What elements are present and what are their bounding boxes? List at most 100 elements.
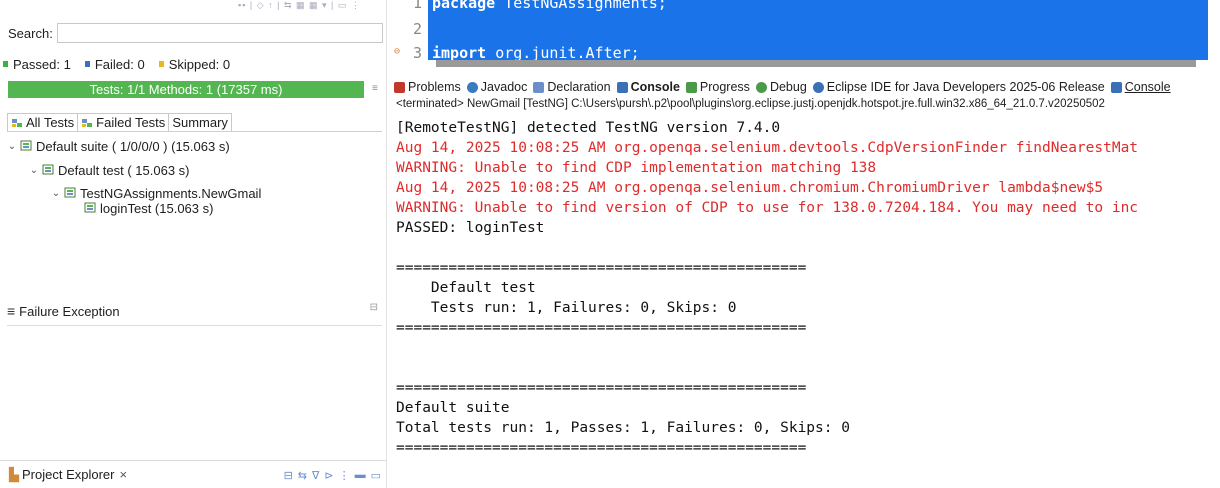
project-explorer-tab[interactable]: ▙ Project Explorer × ⊟ ⇆ ∇ ⊳ ⋮ ▬ ▭ <box>0 460 387 488</box>
console-line: ========================================… <box>396 260 807 276</box>
tab-console[interactable]: Console <box>616 80 680 94</box>
tab-label: Declaration <box>547 80 611 94</box>
results-toolbar: ▪▪ | ◇ ↑ | ⇆ ▦ ▦ ▾ | ▭ ⋮ <box>0 0 387 12</box>
chevron-down-icon[interactable]: ⌄ <box>50 188 62 199</box>
editor-console-area: 1 package TestNGAssignments; 2 ⊖ 3 impor… <box>388 0 1220 488</box>
link-editor-icon[interactable]: ⇆ <box>298 469 307 482</box>
tree-label: Default test ( 15.063 s) <box>58 162 190 178</box>
console-line: ========================================… <box>396 440 807 456</box>
tree-label: Default suite ( 1/0/0/0 ) (15.063 s) <box>36 138 230 154</box>
debug-icon <box>755 81 767 93</box>
console-line: ========================================… <box>396 320 807 336</box>
console-icon <box>1110 81 1122 93</box>
filter-icon[interactable]: ∇ <box>312 469 319 482</box>
collapse-all-icon[interactable]: ⊟ <box>284 469 293 482</box>
info-icon <box>812 81 824 93</box>
horizontal-scrollbar[interactable] <box>436 60 1196 67</box>
tab-all-tests-label: All Tests <box>26 115 75 130</box>
result-counters: Passed: 1 Failed: 0 Skipped: 0 <box>0 56 244 72</box>
tab-label: Javadoc <box>480 80 528 94</box>
line-number: 1 <box>412 0 422 12</box>
tab-summary-label: Summary <box>172 115 228 130</box>
failure-exception-header: ≡ Failure Exception ⊟ <box>7 302 382 320</box>
tab-label: Console <box>1124 80 1171 94</box>
console-line: Tests run: 1, Failures: 0, Skips: 0 <box>396 300 737 316</box>
view-menu-icon[interactable]: ⋮ <box>339 469 350 482</box>
skipped-label: Skipped: 0 <box>168 56 231 72</box>
search-row: Search: <box>8 22 383 44</box>
class-icon <box>64 187 77 199</box>
tab-all-tests[interactable]: All Tests <box>7 113 79 131</box>
testng-results-pane: ▪▪ | ◇ ↑ | ⇆ ▦ ▦ ▾ | ▭ ⋮ Search: Passed:… <box>0 0 387 488</box>
compare-icon[interactable]: ⊟ <box>370 302 378 313</box>
console-line: [RemoteTestNG] detected TestNG version 7… <box>396 120 781 136</box>
divider <box>7 325 382 326</box>
progress-icon <box>685 81 697 93</box>
console-line: Default test <box>396 280 536 296</box>
failed-icon <box>84 61 90 67</box>
test-icon <box>42 164 55 176</box>
keyword: package <box>432 0 496 12</box>
code-line: 1 package TestNGAssignments; <box>388 0 1220 14</box>
console-line: Total tests run: 1, Passes: 1, Failures:… <box>396 420 850 436</box>
suite-icon <box>20 140 33 152</box>
minimize-icon[interactable]: ▬ <box>355 469 366 482</box>
terminated-status: <terminated> NewGmail [TestNG] C:\Users\… <box>396 98 1105 110</box>
code-editor[interactable]: 1 package TestNGAssignments; 2 ⊖ 3 impor… <box>388 0 1220 72</box>
chevron-down-icon[interactable]: ⌄ <box>6 141 18 152</box>
code-line: 2 <box>388 20 1220 40</box>
view-tabs: Problems Javadoc Declaration Console Pro… <box>388 77 1220 97</box>
tab-label: Eclipse IDE for Java Developers 2025-06 … <box>826 80 1105 94</box>
tab-debug[interactable]: Debug <box>755 80 807 94</box>
project-explorer-label: Project Explorer <box>22 467 115 482</box>
console-line: Aug 14, 2025 10:08:25 AM org.openqa.sele… <box>396 180 1104 196</box>
skipped-counter: Skipped: 0 <box>158 56 231 72</box>
skipped-icon <box>158 61 164 67</box>
search-input[interactable] <box>56 23 383 43</box>
tree-label: loginTest (15.063 s) <box>100 200 214 216</box>
tree-node-test[interactable]: ⌄ Default test ( 15.063 s) <box>28 161 190 179</box>
tab-eclipse-ide[interactable]: Eclipse IDE for Java Developers 2025-06 … <box>812 80 1105 94</box>
tab-progress[interactable]: Progress <box>685 80 750 94</box>
passed-counter: Passed: 1 <box>3 57 71 72</box>
failure-exception-title: Failure Exception <box>19 303 120 319</box>
failed-counter: Failed: 0 <box>84 56 145 72</box>
view-menu-icon[interactable]: ≡ <box>372 84 381 94</box>
project-explorer-toolbar: ⊟ ⇆ ∇ ⊳ ⋮ ▬ ▭ <box>284 469 381 482</box>
tab-label: Console <box>630 80 680 94</box>
tab-problems[interactable]: Problems <box>394 80 461 94</box>
tree-node-suite[interactable]: ⌄ Default suite ( 1/0/0/0 ) (15.063 s) <box>6 137 230 155</box>
chevron-down-icon[interactable]: ⌄ <box>28 165 40 176</box>
maximize-icon[interactable]: ▭ <box>371 469 381 482</box>
tab-label: Problems <box>408 80 461 94</box>
failed-label: Failed: 0 <box>94 56 145 72</box>
console-line: PASSED: loginTest <box>396 220 545 236</box>
console-line: WARNING: Unable to find version of CDP t… <box>396 200 1139 216</box>
tab-javadoc[interactable]: Javadoc <box>466 80 528 94</box>
console-line: ========================================… <box>396 380 807 396</box>
results-tabs: All Tests Failed Tests Summary <box>7 113 382 132</box>
search-label: Search: <box>8 25 53 41</box>
method-icon <box>84 202 97 214</box>
failed-tests-icon <box>81 117 94 128</box>
close-icon[interactable]: × <box>119 467 127 482</box>
tab-label: Debug <box>769 80 807 94</box>
javadoc-icon <box>466 81 478 93</box>
tab-declaration[interactable]: Declaration <box>533 80 611 94</box>
tab-summary[interactable]: Summary <box>168 113 232 131</box>
toolbar-icon[interactable]: ▪▪ | ◇ ↑ | ⇆ ▦ ▦ ▾ | ▭ ⋮ <box>238 0 361 11</box>
problems-icon <box>394 81 405 93</box>
tab-console-2[interactable]: Console <box>1110 80 1171 94</box>
tree-node-method[interactable]: loginTest (15.063 s) <box>84 199 213 217</box>
project-explorer-icon: ▙ <box>9 466 19 482</box>
tab-failed-tests[interactable]: Failed Tests <box>77 113 170 131</box>
console-line: Aug 14, 2025 10:08:25 AM org.openqa.sele… <box>396 140 1139 156</box>
declaration-icon <box>533 81 545 93</box>
console-icon <box>616 81 628 93</box>
focus-icon[interactable]: ⊳ <box>324 469 333 482</box>
all-tests-icon <box>11 117 24 128</box>
progress-bar: Tests: 1/1 Methods: 1 (17357 ms) <box>8 81 364 98</box>
console-line: Default suite <box>396 400 510 416</box>
tab-label: Progress <box>699 80 750 94</box>
code-rest: TestNGAssignments; <box>495 0 667 12</box>
